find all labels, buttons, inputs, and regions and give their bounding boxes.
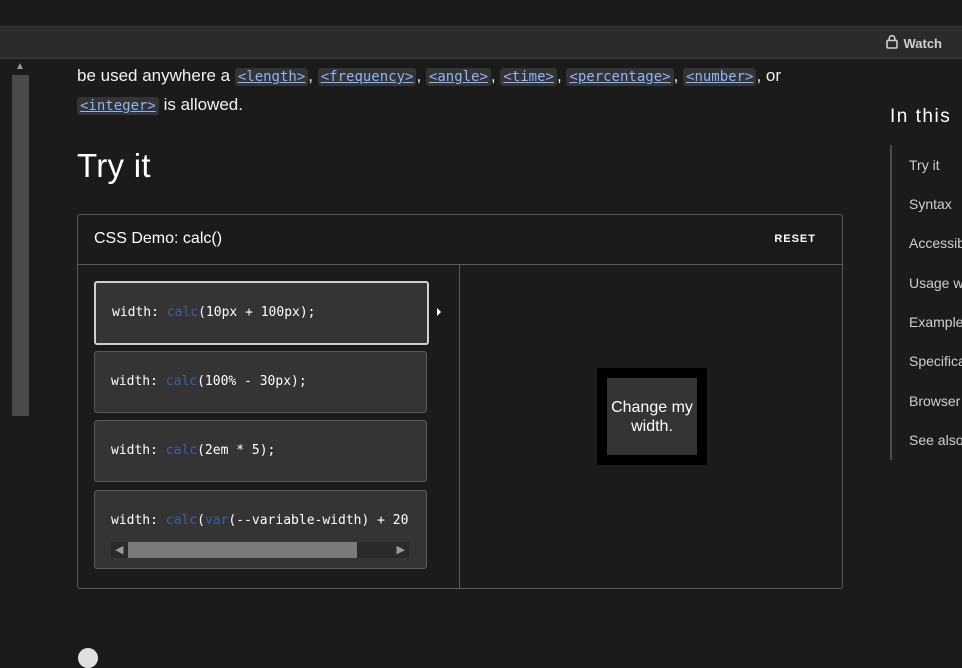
css-property: width: [111, 513, 166, 528]
reset-button[interactable]: RESET [774, 233, 816, 245]
css-args: (100% - 30px); [197, 374, 307, 389]
link-percentage[interactable]: <percentage> [566, 68, 674, 86]
example-choice-1[interactable]: width: calc(10px + 100px); [94, 281, 429, 345]
toc-item-browser[interactable]: Browser [909, 393, 960, 409]
demo-title: CSS Demo: calc() [94, 230, 223, 247]
link-number[interactable]: <number> [683, 68, 757, 86]
intro-paragraph: be used anywhere a <length>, <frequency>… [77, 62, 837, 120]
choice-code[interactable]: width: calc(2em * 5); [111, 443, 275, 458]
lock-icon [885, 34, 899, 52]
play-arrow-icon [437, 308, 441, 316]
prose-text: be used anywhere a [77, 66, 235, 85]
top-navigation-bar [0, 0, 962, 27]
scroll-up-icon[interactable]: ▲ [15, 61, 25, 72]
toc-item-try-it[interactable]: Try it [909, 157, 940, 173]
separator: , [308, 66, 318, 85]
article-actions-bar: Watch [0, 27, 962, 59]
watch-label: Watch [903, 35, 942, 51]
toc-item-see-also[interactable]: See also [909, 432, 962, 448]
table-of-contents: Try it Syntax Accessib Usage w Example S… [890, 145, 962, 460]
demo-header: CSS Demo: calc() RESET [78, 215, 842, 265]
example-choice-3[interactable]: width: calc(2em * 5); [94, 420, 427, 482]
css-function: calc [165, 443, 198, 458]
sidebar-scrollbar[interactable]: ▲ [12, 59, 29, 655]
css-property: width: [112, 305, 167, 320]
css-property: width: [111, 443, 166, 458]
toc-item-accessibility[interactable]: Accessib [909, 235, 962, 251]
demo-output: Change my width. [460, 265, 842, 588]
toc-item-examples[interactable]: Example [909, 314, 962, 330]
css-args: (--variable-width) + 20 [228, 513, 409, 528]
link-frequency[interactable]: <frequency> [317, 68, 417, 86]
toc-item-syntax[interactable]: Syntax [909, 196, 952, 212]
horizontal-scrollbar[interactable]: ◀ ▶ [111, 542, 409, 558]
scrollbar-thumb[interactable] [12, 75, 29, 416]
separator: , [556, 66, 567, 85]
css-args: (10px + 100px); [198, 305, 316, 320]
toc-item-specifications[interactable]: Specifica [909, 353, 962, 369]
watch-button[interactable]: Watch [885, 34, 942, 52]
example-choices: width: calc(10px + 100px); width: calc(1… [78, 265, 460, 588]
link-length[interactable]: <length> [234, 68, 309, 86]
section-heading-try-it: Try it [77, 147, 151, 184]
choice-code[interactable]: width: calc(100% - 30px); [111, 374, 307, 389]
css-function: var [204, 513, 229, 528]
toc-title: In this [890, 106, 952, 127]
css-args: ( [197, 513, 205, 528]
css-function: calc [166, 305, 199, 320]
css-function: calc [165, 513, 198, 528]
scroll-left-icon[interactable]: ◀ [115, 543, 123, 556]
prose-suffix: is allowed. [158, 95, 243, 114]
link-angle[interactable]: <angle> [425, 68, 491, 86]
separator: , [490, 66, 501, 85]
toc-item-usage[interactable]: Usage w [909, 275, 962, 291]
interactive-demo: CSS Demo: calc() RESET width: calc(10px … [77, 214, 843, 589]
separator: , [673, 66, 684, 85]
choice-code[interactable]: width: calc(10px + 100px); [112, 305, 316, 320]
choice-code[interactable]: width: calc(var(--variable-width) + 20 [111, 513, 409, 528]
css-property: width: [111, 374, 166, 389]
next-section-heading [78, 648, 98, 668]
example-choice-2[interactable]: width: calc(100% - 30px); [94, 351, 427, 413]
example-element: Change my width. [597, 368, 707, 465]
example-choice-4[interactable]: width: calc(var(--variable-width) + 20 ◀… [94, 490, 427, 569]
scrollbar-thumb[interactable] [128, 542, 357, 558]
link-time[interactable]: <time> [500, 68, 557, 86]
css-function: calc [165, 374, 198, 389]
scroll-right-icon[interactable]: ▶ [397, 543, 405, 556]
or-text: , or [756, 66, 782, 85]
css-args: (2em * 5); [197, 443, 276, 458]
link-integer[interactable]: <integer> [77, 97, 159, 115]
separator: , [416, 66, 426, 85]
